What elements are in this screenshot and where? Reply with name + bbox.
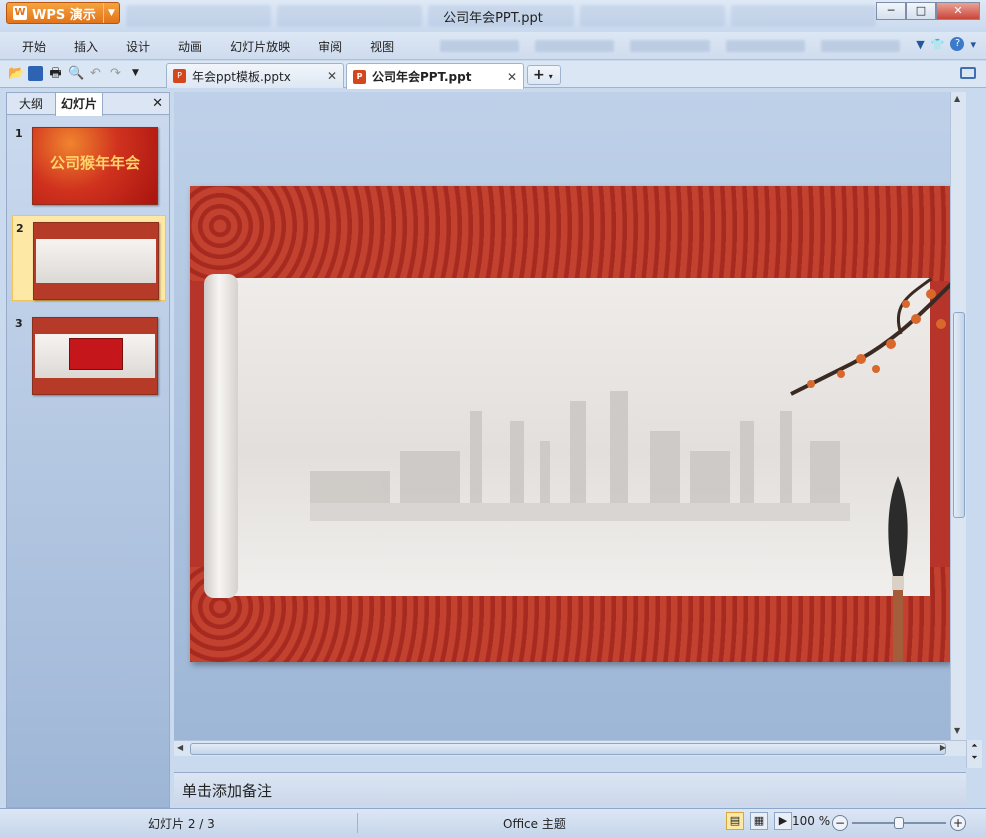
- ppt-file-icon: P: [173, 69, 186, 83]
- notes-placeholder: 单击添加备注: [182, 782, 273, 800]
- horizontal-scrollbar[interactable]: ◀ ▶: [174, 740, 966, 756]
- tab-label: 公司年会PPT.ppt: [372, 70, 472, 84]
- close-window-button[interactable]: ✕: [936, 2, 980, 20]
- ppt-file-icon: P: [353, 69, 366, 84]
- save-icon[interactable]: [28, 66, 43, 81]
- undo-icon[interactable]: ↶: [88, 66, 103, 81]
- status-bar: 幻灯片 2 / 3 Office 主题 ▤ ▦ ▶ 100 % − +: [0, 808, 986, 837]
- tab-template-pptx[interactable]: P 年会ppt模板.pptx ✕: [166, 63, 344, 88]
- print-preview-icon[interactable]: 🔍: [68, 66, 84, 81]
- minimize-button[interactable]: ─: [876, 2, 906, 20]
- maximize-button[interactable]: □: [906, 2, 936, 20]
- previous-page-icon[interactable]: ⏶: [967, 740, 982, 752]
- scroll-right-icon[interactable]: ▶: [940, 743, 946, 752]
- normal-view-icon[interactable]: ▤: [726, 812, 744, 830]
- zoom-level[interactable]: 100 %: [792, 814, 830, 828]
- slide-number: 3: [15, 317, 23, 330]
- slide-thumbnail-image: 公司猴年年会: [32, 127, 158, 205]
- zoom-slider[interactable]: − +: [832, 815, 966, 833]
- menu-item-design[interactable]: 设计: [126, 38, 150, 55]
- slide-thumbnail-image: [33, 222, 159, 300]
- close-tab-icon[interactable]: ✕: [507, 70, 517, 84]
- status-divider: [357, 813, 358, 833]
- scroll-roll-image: [204, 274, 238, 598]
- menu-item-view[interactable]: 视图: [370, 38, 394, 55]
- plum-blossom-image: [790, 277, 951, 396]
- menu-item-review[interactable]: 审阅: [318, 38, 342, 55]
- zoom-out-icon[interactable]: −: [832, 815, 848, 831]
- zoom-in-icon[interactable]: +: [950, 815, 966, 831]
- vertical-scrollbar[interactable]: ▲ ▼: [950, 92, 966, 740]
- close-tab-icon[interactable]: ✕: [327, 69, 337, 83]
- menu-bar: 开始 插入 设计 动画 幻灯片放映 审阅 视图 ▼ 👕 ? ▾: [0, 32, 986, 60]
- chevron-down-icon[interactable]: ▼: [916, 38, 924, 51]
- slide-number: 1: [15, 127, 23, 140]
- horizontal-scroll-thumb[interactable]: [190, 743, 946, 755]
- window-layout-icon[interactable]: [960, 67, 976, 79]
- page-nav-buttons: ⏶ ⏷: [966, 740, 982, 768]
- next-page-icon[interactable]: ⏷: [967, 752, 982, 764]
- city-skyline-image: [310, 391, 850, 521]
- customize-dropdown-icon[interactable]: ▼: [128, 66, 143, 81]
- slideshow-view-icon[interactable]: ▶: [774, 812, 792, 830]
- slide-thumbnail-list: 1 公司猴年年会 2 3: [7, 117, 169, 807]
- document-tab-bar: 📂 🖶 🔍 ↶ ↷ ▼ P 年会ppt模板.pptx ✕ P 公司年会PPT.p…: [0, 61, 986, 89]
- vertical-scroll-thumb[interactable]: [953, 312, 965, 518]
- chevron-down-icon[interactable]: ▾: [970, 38, 976, 51]
- slide-number: 2: [16, 222, 24, 235]
- slide-editor: ▲ ▼ ◀ ▶: [174, 92, 966, 756]
- menu-item-home[interactable]: 开始: [22, 38, 46, 55]
- tab-outline[interactable]: 大纲: [7, 93, 55, 115]
- slide-canvas[interactable]: [190, 186, 951, 662]
- print-icon[interactable]: 🖶: [48, 66, 63, 81]
- redo-icon[interactable]: ↷: [108, 66, 123, 81]
- new-tab-button[interactable]: + ▾: [527, 65, 561, 85]
- quick-toolbar: 📂 🖶 🔍 ↶ ↷ ▼: [8, 66, 143, 81]
- slide-counter: 幻灯片 2 / 3: [148, 817, 215, 831]
- skin-shirt-icon[interactable]: 👕: [931, 38, 945, 51]
- calligraphy-brush-image: [888, 476, 908, 662]
- slide-thumbnail-title: 公司猴年年会: [49, 154, 140, 172]
- menu-item-insert[interactable]: 插入: [74, 38, 98, 55]
- tab-company-annual-ppt[interactable]: P 公司年会PPT.ppt ✕: [346, 63, 524, 89]
- open-folder-icon[interactable]: 📂: [8, 66, 24, 81]
- title-bar: W WPS 演示 ▼ 公司年会PPT.ppt ─ □ ✕: [0, 0, 986, 32]
- slide-thumbnail-3[interactable]: 3: [12, 311, 166, 397]
- window-title: 公司年会PPT.ppt: [443, 11, 543, 26]
- slide-panel: 大纲 幻灯片 ✕ 1 公司猴年年会 2 3: [6, 92, 170, 808]
- scroll-down-icon[interactable]: ▼: [954, 726, 960, 735]
- help-icon[interactable]: ?: [950, 37, 965, 51]
- menu-item-slideshow[interactable]: 幻灯片放映: [230, 38, 290, 55]
- slide-thumbnail-2[interactable]: 2: [12, 215, 166, 301]
- tab-slides[interactable]: 幻灯片: [55, 93, 103, 116]
- scroll-up-icon[interactable]: ▲: [954, 94, 960, 103]
- close-panel-icon[interactable]: ✕: [152, 96, 163, 111]
- slide-thumbnail-image: [32, 317, 158, 395]
- slide-thumbnail-1[interactable]: 1 公司猴年年会: [12, 121, 166, 207]
- slide-sorter-view-icon[interactable]: ▦: [750, 812, 768, 830]
- theme-name: Office 主题: [503, 817, 566, 831]
- tab-label: 年会ppt模板.pptx: [192, 69, 291, 84]
- zoom-knob[interactable]: [894, 817, 904, 829]
- menu-item-animation[interactable]: 动画: [178, 38, 202, 55]
- view-switcher: ▤ ▦ ▶: [726, 812, 792, 830]
- notes-pane[interactable]: 单击添加备注: [174, 772, 966, 806]
- scroll-left-icon[interactable]: ◀: [177, 743, 183, 752]
- window-controls: ─ □ ✕: [876, 2, 980, 20]
- blurred-background-menu: [440, 40, 901, 52]
- floral-pattern-top: [190, 186, 951, 281]
